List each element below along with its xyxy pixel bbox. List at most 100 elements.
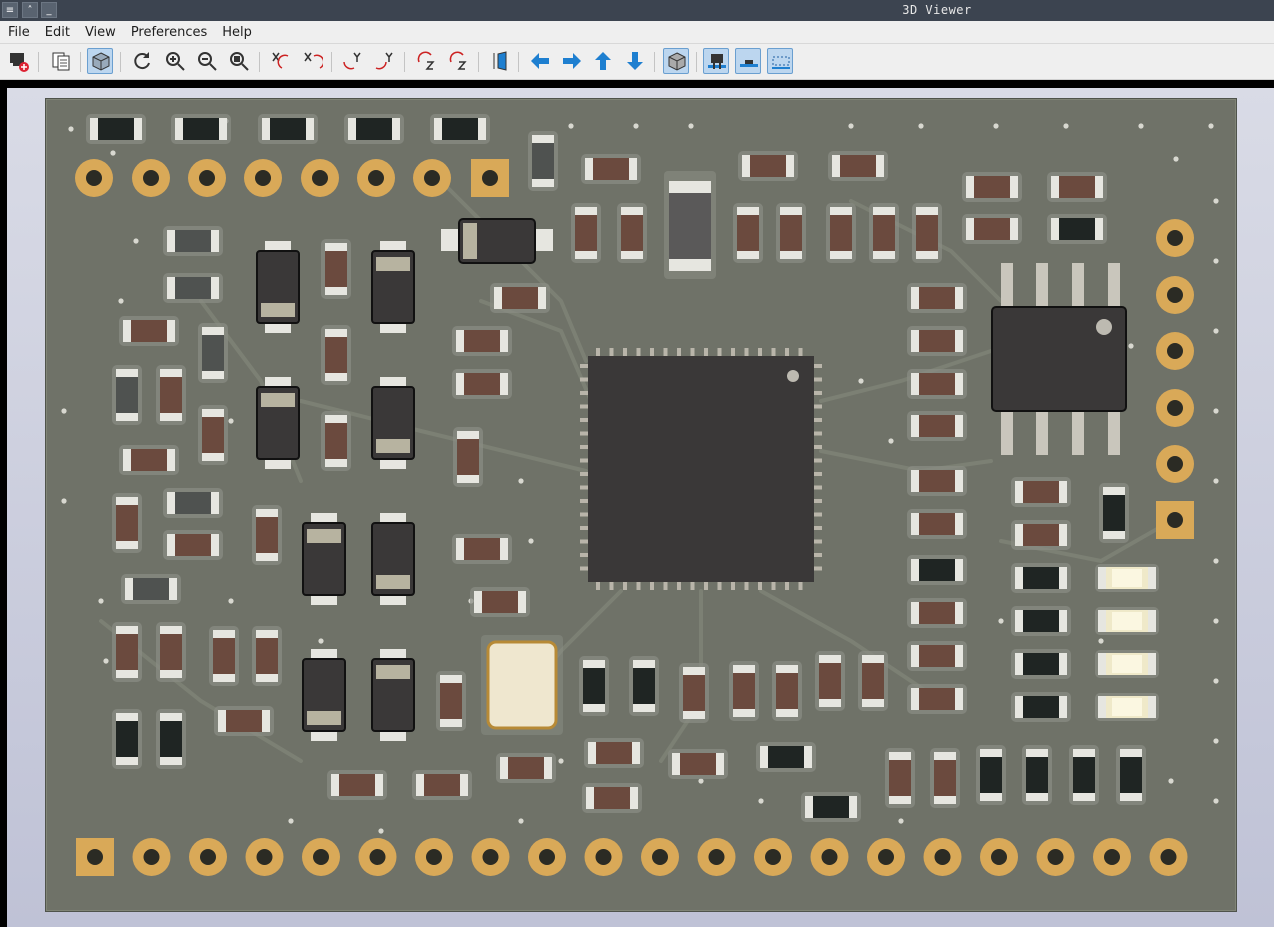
ic-pin bbox=[650, 348, 654, 356]
via bbox=[518, 818, 524, 824]
resistor-terminal bbox=[588, 742, 596, 764]
resistor-terminal bbox=[1015, 653, 1023, 675]
ic-pin bbox=[580, 539, 588, 544]
tht-hole bbox=[312, 170, 328, 186]
resistor-terminal bbox=[169, 578, 177, 600]
refresh-icon bbox=[134, 52, 150, 70]
via bbox=[103, 658, 109, 664]
zoom-in-button[interactable] bbox=[162, 48, 188, 74]
export-icon bbox=[10, 53, 29, 72]
resistor-terminal bbox=[325, 287, 347, 295]
led-terminal bbox=[1098, 567, 1106, 589]
resistor-terminal bbox=[202, 327, 224, 335]
orthographic-button[interactable] bbox=[663, 48, 689, 74]
refresh-button[interactable] bbox=[129, 48, 155, 74]
zoom-out-button[interactable] bbox=[194, 48, 220, 74]
menu-help[interactable]: Help bbox=[214, 22, 259, 40]
ic-pin bbox=[814, 391, 822, 395]
export-button[interactable] bbox=[6, 48, 32, 74]
menu-view[interactable]: View bbox=[77, 22, 123, 40]
resistor-terminal bbox=[116, 626, 138, 634]
resistor-terminal bbox=[125, 578, 133, 600]
resistor-terminal bbox=[116, 497, 138, 505]
resistor-terminal bbox=[456, 330, 464, 352]
copy-button[interactable] bbox=[48, 48, 74, 74]
soic-pin bbox=[1001, 409, 1013, 455]
ic-pin bbox=[609, 348, 614, 356]
resistor-terminal bbox=[1010, 176, 1018, 198]
resistor-terminal bbox=[911, 287, 919, 309]
ic-pin bbox=[663, 348, 668, 356]
ic-pin bbox=[814, 512, 822, 517]
diode-band bbox=[376, 665, 410, 679]
resistor-terminal bbox=[780, 207, 802, 215]
pcb-board bbox=[45, 98, 1237, 912]
3d-viewport[interactable] bbox=[0, 80, 1274, 927]
resistor-terminal bbox=[211, 230, 219, 252]
resistor-terminal bbox=[500, 330, 508, 352]
via bbox=[288, 818, 294, 824]
resistor-terminal bbox=[849, 796, 857, 818]
rotate-x-cw-button[interactable] bbox=[267, 48, 293, 74]
menu-preferences[interactable]: Preferences bbox=[123, 22, 214, 40]
resistor-terminal bbox=[1015, 610, 1023, 632]
pan-left-button[interactable] bbox=[527, 48, 553, 74]
ic-pin bbox=[677, 348, 681, 356]
ic-pin bbox=[744, 348, 749, 356]
tht-hole bbox=[821, 849, 838, 865]
view-3d-button[interactable] bbox=[87, 48, 113, 74]
via bbox=[61, 408, 67, 414]
menu-file[interactable]: File bbox=[0, 22, 37, 40]
resistor-terminal bbox=[167, 320, 175, 342]
show-smd-button[interactable] bbox=[735, 48, 761, 74]
show-tht-button[interactable] bbox=[703, 48, 729, 74]
resistor-terminal bbox=[776, 709, 798, 717]
led-lens bbox=[1112, 569, 1142, 587]
diode-band bbox=[376, 257, 410, 271]
rotate-x-ccw-button[interactable] bbox=[299, 48, 325, 74]
resistor-terminal bbox=[955, 645, 963, 667]
resistor-terminal bbox=[583, 704, 605, 712]
flip-board-button[interactable] bbox=[486, 48, 512, 74]
resistor-terminal bbox=[830, 207, 852, 215]
soic-pin bbox=[1072, 263, 1084, 309]
resistor-terminal bbox=[202, 409, 224, 417]
resistor-terminal bbox=[873, 207, 895, 215]
show-virtual-button[interactable] bbox=[767, 48, 793, 74]
resistor-terminal bbox=[211, 492, 219, 514]
via bbox=[1168, 778, 1174, 784]
menu-edit[interactable]: Edit bbox=[37, 22, 77, 40]
resistor-terminal bbox=[911, 513, 919, 535]
led-lens bbox=[1112, 612, 1142, 630]
resistor-terminal bbox=[911, 645, 919, 667]
ic-pin bbox=[814, 499, 822, 503]
led-terminal bbox=[1098, 610, 1106, 632]
resistor-terminal bbox=[1015, 696, 1023, 718]
resistor-terminal bbox=[629, 158, 637, 180]
ic-pin bbox=[580, 431, 588, 436]
led-terminal bbox=[1098, 696, 1106, 718]
rotate-y-cw-button[interactable] bbox=[339, 48, 365, 74]
tht-hole bbox=[1160, 849, 1177, 865]
resistor-terminal bbox=[1073, 749, 1095, 757]
via bbox=[1173, 156, 1179, 162]
resistor-terminal bbox=[348, 118, 356, 140]
via bbox=[898, 818, 904, 824]
pan-up-button[interactable] bbox=[590, 48, 616, 74]
resistor-terminal bbox=[819, 699, 841, 707]
resistor-terminal bbox=[733, 709, 755, 717]
resistor-terminal bbox=[134, 118, 142, 140]
rotate-z-ccw-button[interactable] bbox=[445, 48, 471, 74]
pan-down-button[interactable] bbox=[622, 48, 648, 74]
copy-icon bbox=[52, 52, 70, 71]
menu-bar: File Edit View Preferences Help bbox=[0, 21, 1274, 44]
ic-pin bbox=[814, 526, 822, 530]
resistor-terminal bbox=[575, 251, 597, 259]
ic-pin bbox=[623, 348, 627, 356]
rotate-y-ccw-button[interactable] bbox=[371, 48, 397, 74]
rotate-z-cw-button[interactable] bbox=[413, 48, 439, 74]
zoom-fit-button[interactable] bbox=[226, 48, 252, 74]
rotate-z-ccw-icon bbox=[449, 51, 467, 70]
tht-hole bbox=[1167, 456, 1183, 472]
pan-right-button[interactable] bbox=[559, 48, 585, 74]
